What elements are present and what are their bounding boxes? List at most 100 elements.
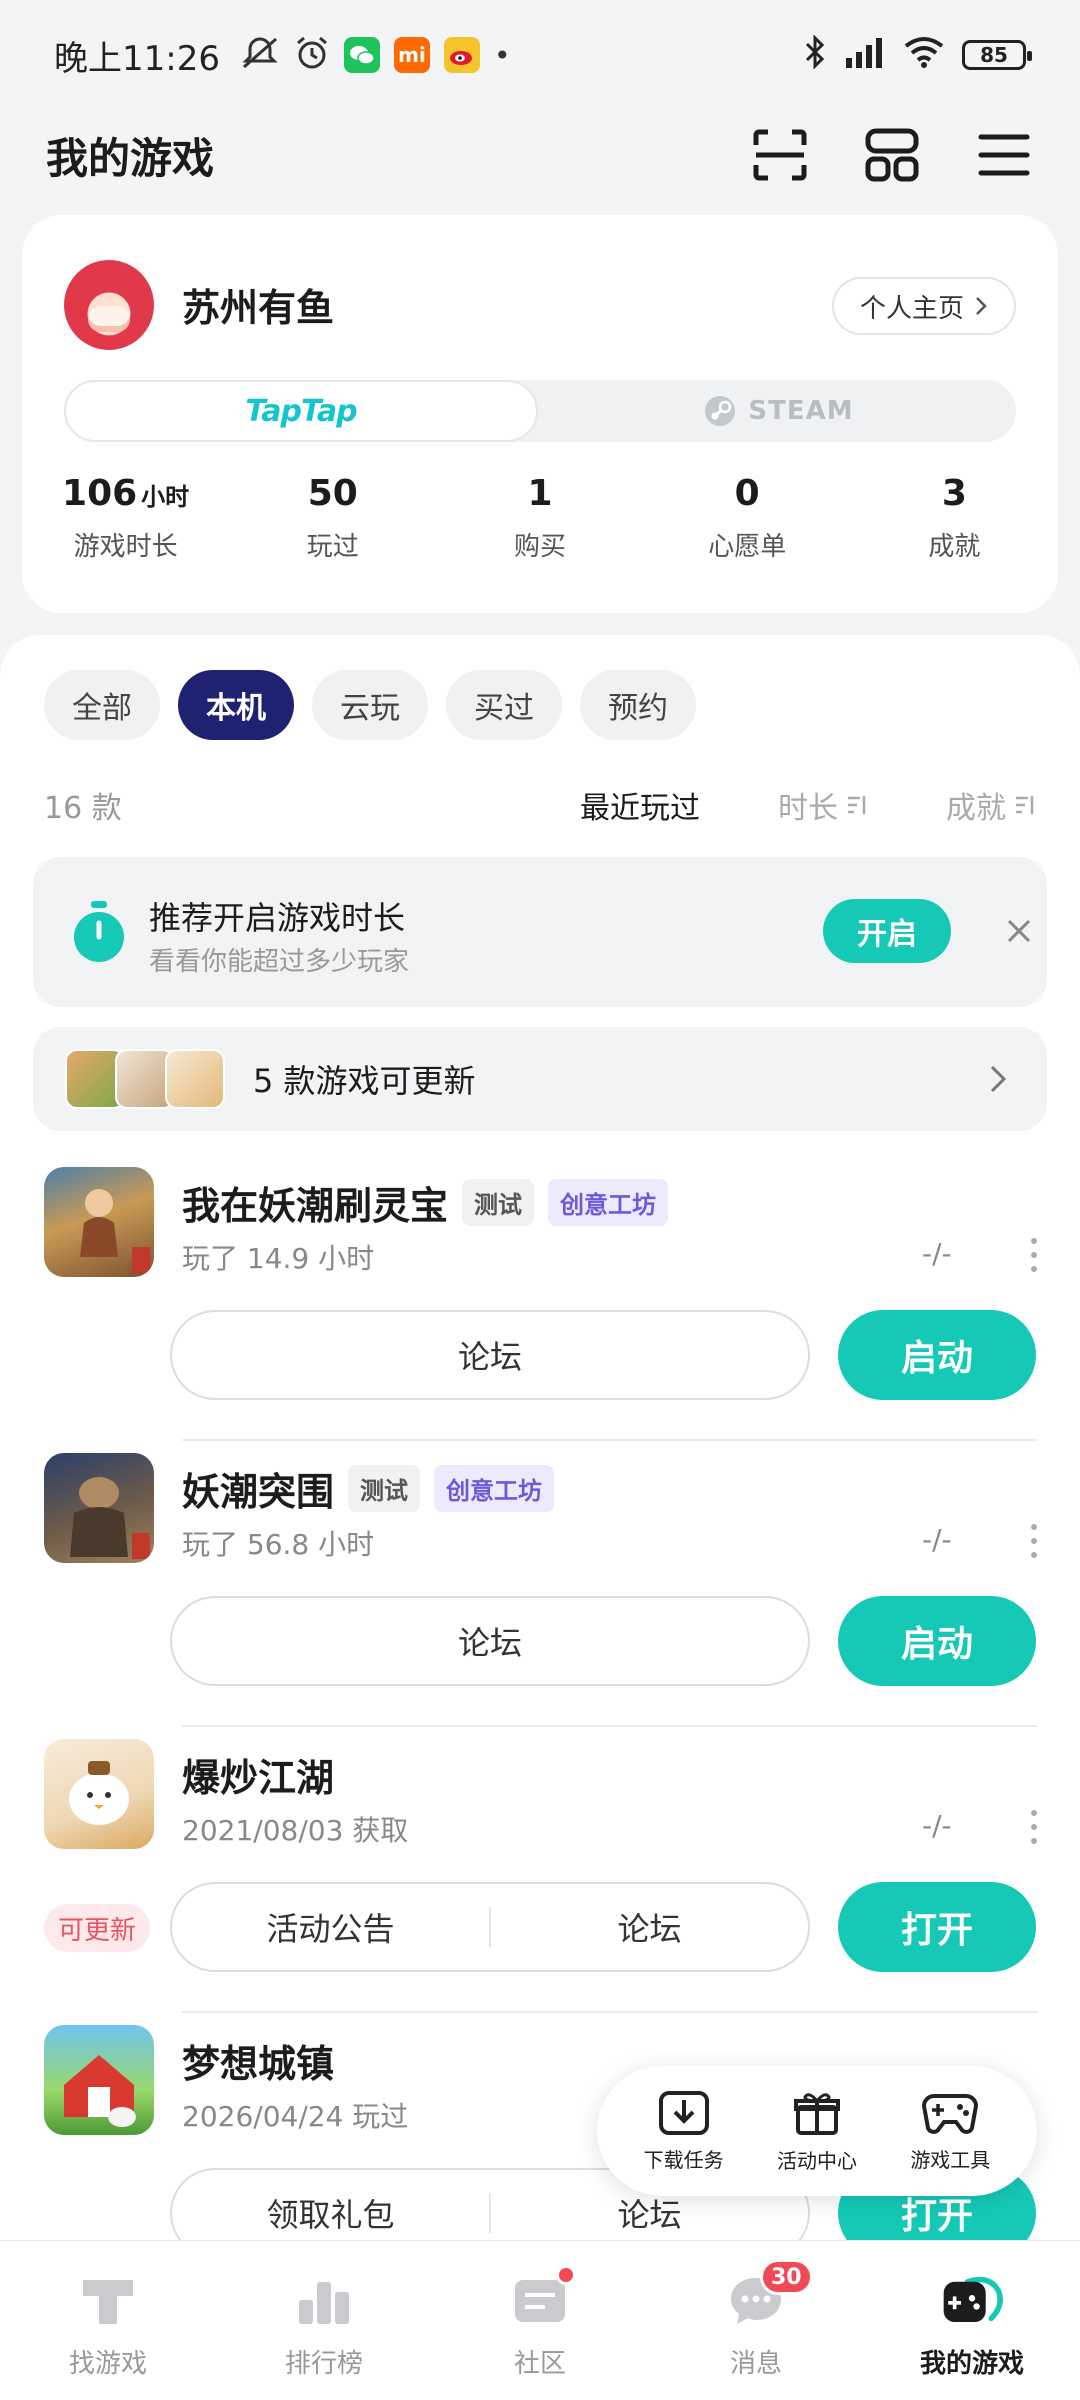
profile-page-button[interactable]: 个人主页 <box>831 277 1016 335</box>
game-item: 爆炒江湖 2021/08/03 获取 -/- 可更新 活动公告 论坛 打开 <box>0 1739 1080 2025</box>
username[interactable]: 苏州有鱼 <box>182 277 334 332</box>
game-title-row: 爆炒江湖 <box>182 1747 334 1802</box>
game-icon[interactable] <box>44 1453 154 1563</box>
nav-find-games[interactable]: 找游戏 <box>0 2241 216 2400</box>
message-icon: 30 <box>724 2259 813 2331</box>
taptap-logo-icon <box>76 2271 140 2331</box>
game-item: 我在妖潮刷灵宝 测试 创意工坊 玩了 14.9 小时 -/- 论坛 启动 <box>0 1167 1080 1453</box>
sort-recent[interactable]: 最近玩过 <box>580 783 700 827</box>
bluetooth-icon <box>804 33 826 76</box>
stat-played[interactable]: 50 玩过 <box>229 473 436 563</box>
forum-button[interactable]: 论坛 <box>172 1332 808 1378</box>
nav-label: 社区 <box>513 2349 566 2379</box>
updates-card[interactable]: 5 款游戏可更新 <box>33 1027 1047 1131</box>
stat-play-time[interactable]: 106 小时 游戏时长 <box>22 473 229 563</box>
game-rating: -/- <box>922 1523 952 1556</box>
avatar[interactable] <box>64 260 154 350</box>
more-icon[interactable] <box>1024 1235 1044 1275</box>
game-art-icon <box>64 2055 136 2127</box>
filter-all[interactable]: 全部 <box>44 670 160 740</box>
status-bar: 晚上11:26 mi • 85 <box>0 0 1080 110</box>
game-actions: 论坛 <box>170 1596 810 1686</box>
game-art-icon <box>70 1477 150 1559</box>
nav-label: 排行榜 <box>284 2349 363 2379</box>
claim-gift-button[interactable]: 领取礼包 <box>172 2190 489 2236</box>
menu-button[interactable] <box>974 125 1034 185</box>
tab-steam[interactable]: STEAM <box>542 380 1016 442</box>
scan-icon <box>753 129 807 181</box>
forum-button[interactable]: 论坛 <box>491 1904 808 1950</box>
game-name[interactable]: 梦想城镇 <box>182 2033 334 2088</box>
gamepad-icon <box>940 2271 1004 2331</box>
weibo-icon <box>443 37 480 73</box>
game-icon[interactable] <box>44 1739 154 1849</box>
nav-messages[interactable]: 30 消息 <box>648 2241 864 2400</box>
forum-button[interactable]: 论坛 <box>491 2190 808 2236</box>
bottom-nav: 找游戏 排行榜 社区 30 消息 我的游戏 <box>0 2240 1080 2400</box>
filter-local[interactable]: 本机 <box>178 670 294 740</box>
tag-workshop: 创意工坊 <box>434 1465 555 1512</box>
steam-label: STEAM <box>748 396 854 426</box>
stat-value: 50 <box>307 473 358 514</box>
sort-row: 16 款 最近玩过 时长 成就 <box>44 775 1036 835</box>
game-icon[interactable] <box>44 2025 154 2135</box>
nav-label: 我的游戏 <box>919 2349 1024 2379</box>
download-tasks-label: 下载任务 <box>643 2147 724 2172</box>
filter-cloud[interactable]: 云玩 <box>312 670 428 740</box>
download-tasks-button[interactable]: 下载任务 <box>644 2090 724 2173</box>
event-notice-button[interactable]: 活动公告 <box>172 1904 489 1950</box>
game-icon[interactable] <box>44 1167 154 1277</box>
stat-value: 1 <box>527 473 553 514</box>
filter-bought[interactable]: 买过 <box>446 670 562 740</box>
update-available-badge[interactable]: 可更新 <box>44 1904 150 1952</box>
community-icon <box>508 2265 576 2331</box>
updates-label: 5 款游戏可更新 <box>253 1062 476 1100</box>
enable-play-time-button[interactable]: 开启 <box>823 899 951 963</box>
nav-community[interactable]: 社区 <box>432 2241 648 2400</box>
stats-row: 106 小时 游戏时长 50 玩过 1 购买 0 心愿单 3 成就 <box>22 473 1058 563</box>
more-icon[interactable] <box>1024 1521 1044 1561</box>
platform-switch: TapTap STEAM <box>64 380 1016 442</box>
scan-button[interactable] <box>750 125 810 185</box>
event-center-label: 活动中心 <box>776 2148 857 2173</box>
gamepad-icon <box>922 2093 979 2134</box>
launch-button[interactable]: 启动 <box>838 1596 1036 1686</box>
game-rating: -/- <box>922 1237 952 1270</box>
sort-label: 时长 <box>778 791 838 826</box>
stat-label: 成就 <box>928 532 981 562</box>
stat-purchased[interactable]: 1 购买 <box>436 473 643 563</box>
tag-workshop: 创意工坊 <box>548 1179 669 1226</box>
game-item: 妖潮突围 测试 创意工坊 玩了 56.8 小时 -/- 论坛 启动 <box>0 1453 1080 1739</box>
tip-subtitle: 看看你能超过多少玩家 <box>149 947 410 977</box>
layout-button[interactable] <box>862 125 922 185</box>
sort-achievement[interactable]: 成就 <box>946 783 1036 827</box>
game-title-row: 我在妖潮刷灵宝 测试 创意工坊 <box>182 1175 669 1230</box>
open-button[interactable]: 打开 <box>838 1882 1036 1972</box>
game-tools-button[interactable]: 游戏工具 <box>910 2090 990 2173</box>
sort-duration[interactable]: 时长 <box>778 783 868 827</box>
stat-achievements[interactable]: 3 成就 <box>851 473 1058 563</box>
battery-indicator: 85 <box>962 40 1032 70</box>
stat-label: 玩过 <box>306 532 359 562</box>
filter-reserved[interactable]: 预约 <box>580 670 696 740</box>
nav-my-games[interactable]: 我的游戏 <box>864 2241 1080 2400</box>
mi-icon: mi <box>393 37 430 73</box>
game-name[interactable]: 妖潮突围 <box>182 1461 334 1516</box>
game-name[interactable]: 爆炒江湖 <box>182 1747 334 1802</box>
game-art-icon <box>80 1189 150 1273</box>
forum-button[interactable]: 论坛 <box>172 1618 808 1664</box>
stat-label: 心愿单 <box>708 532 787 562</box>
play-time-tip-card: 推荐开启游戏时长 看看你能超过多少玩家 开启 <box>33 857 1047 1007</box>
stopwatch-icon <box>74 901 124 962</box>
stat-value: 3 <box>941 473 967 514</box>
game-count: 16 款 <box>44 791 122 826</box>
signal-icon <box>844 36 886 75</box>
close-icon[interactable] <box>999 911 1039 951</box>
launch-button[interactable]: 启动 <box>838 1310 1036 1400</box>
stat-wishlist[interactable]: 0 心愿单 <box>644 473 851 563</box>
more-icon[interactable] <box>1024 1807 1044 1847</box>
tab-taptap[interactable]: TapTap <box>64 380 538 442</box>
game-name[interactable]: 我在妖潮刷灵宝 <box>182 1175 448 1230</box>
nav-rankings[interactable]: 排行榜 <box>216 2241 432 2400</box>
event-center-button[interactable]: 活动中心 <box>777 2089 857 2174</box>
